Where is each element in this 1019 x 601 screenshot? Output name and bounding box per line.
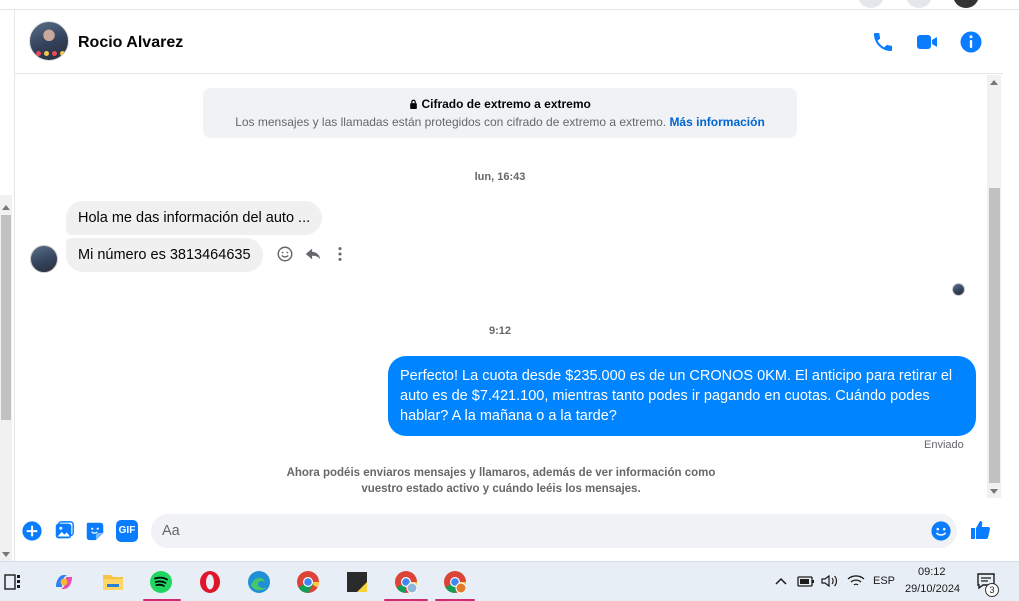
top-circle	[858, 0, 884, 8]
outgoing-message[interactable]: Perfecto! La cuota desde $235.000 es de …	[388, 356, 976, 436]
chrome-icon[interactable]	[296, 570, 320, 594]
scroll-thumb[interactable]	[989, 188, 1000, 483]
info-icon[interactable]	[959, 30, 983, 54]
chat-header: Rocio Alvarez	[15, 10, 1003, 74]
reply-icon[interactable]	[304, 245, 322, 263]
contact-avatar-small[interactable]	[30, 245, 58, 273]
spotify-icon[interactable]	[149, 570, 173, 594]
scroll-down-arrow[interactable]	[2, 552, 10, 557]
react-emoji-icon[interactable]	[276, 245, 294, 263]
message-input[interactable]: Aa	[151, 514, 957, 548]
notification-badge: 3	[985, 583, 999, 597]
plus-circle-icon[interactable]	[21, 520, 43, 542]
message-list: Cifrado de extremo a extremo Los mensaje…	[15, 75, 987, 498]
emoji-icon[interactable]	[930, 520, 952, 542]
chrome-profile-icon[interactable]	[394, 570, 418, 594]
sticker-icon[interactable]	[84, 520, 106, 542]
copilot-icon[interactable]	[52, 570, 76, 594]
image-icon[interactable]	[53, 520, 75, 542]
scroll-up-arrow[interactable]	[2, 205, 10, 210]
clock-time[interactable]: 09:12	[918, 566, 946, 578]
timestamp: lun, 16:43	[474, 171, 526, 183]
more-info-link[interactable]: Más información	[669, 115, 764, 129]
scroll-up-arrow[interactable]	[990, 80, 998, 85]
contact-name[interactable]: Rocio Alvarez	[78, 34, 183, 52]
video-call-icon[interactable]	[915, 30, 939, 54]
more-options-icon[interactable]	[333, 245, 347, 263]
incoming-message[interactable]: Hola me das información del auto ...	[66, 201, 323, 235]
read-receipt-avatar	[952, 283, 965, 296]
clock-date[interactable]: 29/10/2024	[905, 583, 960, 595]
scroll-thumb[interactable]	[1, 215, 11, 420]
opera-icon[interactable]	[198, 570, 222, 594]
chrome-profile-icon[interactable]	[443, 570, 467, 594]
wifi-icon[interactable]	[847, 574, 865, 588]
gif-button[interactable]: GIF	[116, 520, 138, 542]
edge-icon[interactable]	[247, 570, 271, 594]
thumbs-up-icon[interactable]	[969, 518, 993, 542]
language-indicator[interactable]: ESP	[873, 575, 895, 587]
page-scrollbar[interactable]	[0, 195, 12, 561]
file-explorer-icon[interactable]	[101, 570, 125, 594]
phone-icon[interactable]	[871, 30, 895, 54]
connection-notice: Ahora podéis enviaros mensajes y llamaro…	[286, 467, 716, 495]
top-avatar[interactable]	[953, 0, 979, 8]
chevron-up-icon[interactable]	[775, 576, 787, 586]
timestamp: 9:12	[488, 325, 512, 337]
incoming-message[interactable]: Mi número es 3813464635	[66, 238, 263, 272]
lock-icon	[410, 99, 417, 109]
battery-icon[interactable]	[797, 574, 815, 588]
message-scrollbar[interactable]	[987, 75, 1001, 498]
message-placeholder: Aa	[162, 523, 180, 539]
task-view-icon[interactable]	[4, 573, 22, 591]
sent-status: Enviado	[924, 439, 964, 451]
volume-icon[interactable]	[821, 574, 839, 588]
e2e-banner: Cifrado de extremo a extremo Los mensaje…	[203, 88, 797, 138]
scroll-down-arrow[interactable]	[990, 489, 998, 494]
e2e-body: Los mensajes y las llamadas están proteg…	[235, 115, 667, 129]
sticky-notes-icon[interactable]	[345, 570, 369, 594]
top-strip	[0, 0, 1019, 10]
composer: GIF Aa	[15, 510, 1003, 554]
taskbar: ESP 09:12 29/10/2024 3	[0, 561, 1019, 601]
chat-window: Rocio Alvarez Cifrado de extremo a extre…	[14, 10, 1003, 561]
top-circle	[906, 0, 932, 8]
contact-avatar[interactable]	[29, 21, 69, 61]
e2e-title: Cifrado de extremo a extremo	[421, 97, 591, 111]
